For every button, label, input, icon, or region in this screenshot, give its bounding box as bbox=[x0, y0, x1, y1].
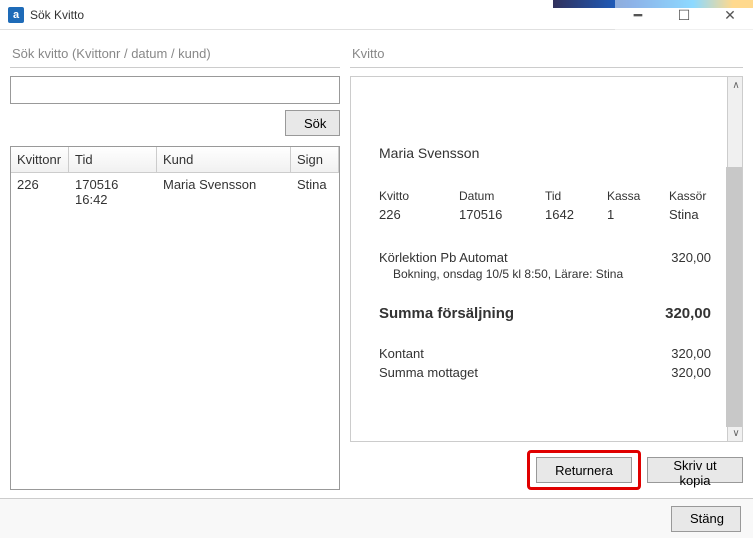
cell-tid: 170516 16:42 bbox=[69, 173, 157, 211]
label-kassor: Kassör bbox=[669, 189, 711, 203]
receipt-actions: Returnera Skriv ut kopia bbox=[350, 442, 743, 490]
search-button[interactable]: Sök bbox=[285, 110, 340, 136]
window-controls: ━ ☐ ✕ bbox=[615, 0, 753, 30]
receipt-panel: Kvitto Maria Svensson Kvitto Datum Tid K… bbox=[350, 40, 743, 490]
titlebar: a Sök Kvitto ━ ☐ ✕ bbox=[0, 0, 753, 30]
label-tid: Tid bbox=[545, 189, 587, 203]
scroll-up-icon[interactable]: ∧ bbox=[728, 77, 744, 93]
window-title: Sök Kvitto bbox=[30, 8, 84, 22]
scrollbar[interactable]: ∧ ∨ bbox=[727, 76, 743, 442]
payment-mottaget-value: 320,00 bbox=[671, 365, 711, 380]
value-kvitto: 226 bbox=[379, 207, 439, 222]
label-datum: Datum bbox=[459, 189, 525, 203]
label-kvitto: Kvitto bbox=[379, 189, 439, 203]
payment-mottaget-label: Summa mottaget bbox=[379, 365, 478, 380]
scroll-down-icon[interactable]: ∨ bbox=[728, 425, 744, 441]
search-panel: Sök kvitto (Kvittonr / datum / kund) Sök… bbox=[10, 40, 340, 490]
column-kund[interactable]: Kund bbox=[157, 147, 291, 173]
scrollbar-thumb[interactable] bbox=[726, 167, 742, 427]
receipt-column-headers: Kvitto Datum Tid Kassa Kassör bbox=[379, 189, 711, 203]
results-table: Kvittonr Tid Kund Sign 226 170516 16:42 … bbox=[10, 146, 340, 490]
table-row[interactable]: 226 170516 16:42 Maria Svensson Stina bbox=[11, 173, 339, 211]
return-button[interactable]: Returnera bbox=[536, 457, 632, 483]
search-input[interactable] bbox=[10, 76, 340, 104]
payment-line-mottaget: Summa mottaget 320,00 bbox=[379, 365, 711, 380]
payment-line-kontant: Kontant 320,00 bbox=[379, 346, 711, 361]
payment-kontant-value: 320,00 bbox=[671, 346, 711, 361]
print-copy-button[interactable]: Skriv ut kopia bbox=[647, 457, 743, 483]
payment-kontant-label: Kontant bbox=[379, 346, 424, 361]
total-label: Summa försäljning bbox=[379, 305, 514, 322]
receipt-section-header: Kvitto bbox=[350, 40, 743, 68]
app-icon: a bbox=[8, 7, 24, 23]
label-kassa: Kassa bbox=[607, 189, 649, 203]
item-name: Körlektion Pb Automat bbox=[379, 250, 508, 265]
table-header: Kvittonr Tid Kund Sign bbox=[11, 147, 339, 173]
close-button[interactable]: Stäng bbox=[671, 506, 741, 532]
value-datum: 170516 bbox=[459, 207, 525, 222]
cell-kund: Maria Svensson bbox=[157, 173, 291, 211]
minimize-button[interactable]: ━ bbox=[615, 0, 661, 30]
receipt-area: Maria Svensson Kvitto Datum Tid Kassa Ka… bbox=[350, 76, 743, 442]
column-sign[interactable]: Sign bbox=[291, 147, 339, 173]
receipt-customer-name: Maria Svensson bbox=[379, 145, 711, 161]
search-button-row: Sök bbox=[10, 110, 340, 136]
receipt-item-line: Körlektion Pb Automat 320,00 bbox=[379, 250, 711, 265]
item-price: 320,00 bbox=[671, 250, 711, 265]
column-tid[interactable]: Tid bbox=[69, 147, 157, 173]
search-section-header: Sök kvitto (Kvittonr / datum / kund) bbox=[10, 40, 340, 68]
total-value: 320,00 bbox=[665, 305, 711, 322]
item-detail: Bokning, onsdag 10/5 kl 8:50, Lärare: St… bbox=[379, 267, 711, 281]
value-kassa: 1 bbox=[607, 207, 649, 222]
column-kvittonr[interactable]: Kvittonr bbox=[11, 147, 69, 173]
content-area: Sök kvitto (Kvittonr / datum / kund) Sök… bbox=[0, 30, 753, 490]
footer: Stäng bbox=[0, 498, 753, 538]
receipt-content: Maria Svensson Kvitto Datum Tid Kassa Ka… bbox=[350, 76, 727, 442]
return-button-highlight: Returnera bbox=[527, 450, 641, 490]
receipt-total-line: Summa försäljning 320,00 bbox=[379, 305, 711, 322]
value-kassor: Stina bbox=[669, 207, 711, 222]
receipt-column-values: 226 170516 1642 1 Stina bbox=[379, 207, 711, 222]
cell-kvittonr: 226 bbox=[11, 173, 69, 211]
close-window-button[interactable]: ✕ bbox=[707, 0, 753, 30]
value-tid: 1642 bbox=[545, 207, 587, 222]
maximize-button[interactable]: ☐ bbox=[661, 0, 707, 30]
cell-sign: Stina bbox=[291, 173, 339, 211]
